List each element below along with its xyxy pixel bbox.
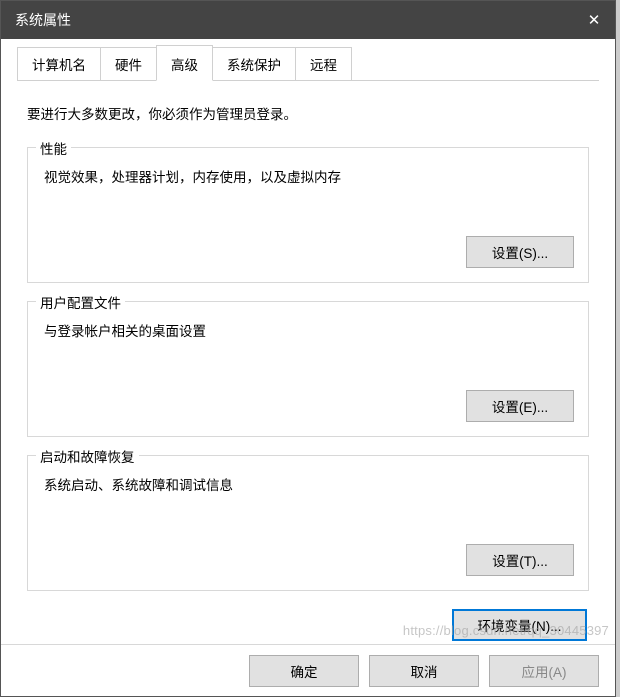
close-button[interactable]: ✕: [573, 1, 615, 39]
tab-remote[interactable]: 远程: [295, 47, 352, 81]
tab-computer-name[interactable]: 计算机名: [17, 47, 101, 81]
tab-system-protection[interactable]: 系统保护: [212, 47, 296, 81]
startup-recovery-title: 启动和故障恢复: [36, 446, 139, 466]
titlebar: 系统属性 ✕: [1, 1, 615, 39]
performance-title: 性能: [36, 138, 71, 158]
tabs: 计算机名 硬件 高级 系统保护 远程: [17, 47, 615, 81]
startup-recovery-settings-button[interactable]: 设置(T)...: [466, 544, 574, 576]
admin-note: 要进行大多数更改，你必须作为管理员登录。: [27, 103, 589, 123]
tab-hardware[interactable]: 硬件: [100, 47, 157, 81]
dialog-buttons: 确定 取消 应用(A): [1, 644, 615, 696]
performance-desc: 视觉效果，处理器计划，内存使用，以及虚拟内存: [42, 166, 574, 186]
close-icon: ✕: [588, 11, 601, 29]
environment-variables-button[interactable]: 环境变量(N)...: [452, 609, 587, 641]
startup-recovery-desc: 系统启动、系统故障和调试信息: [42, 474, 574, 494]
dialog-content: 计算机名 硬件 高级 系统保护 远程 要进行大多数更改，你必须作为管理员登录。 …: [1, 47, 615, 663]
user-profiles-settings-button[interactable]: 设置(E)...: [466, 390, 574, 422]
user-profiles-title: 用户配置文件: [36, 292, 125, 312]
performance-group: 性能 视觉效果，处理器计划，内存使用，以及虚拟内存 设置(S)...: [27, 147, 589, 283]
system-properties-dialog: 系统属性 ✕ 计算机名 硬件 高级 系统保护 远程 要进行大多数更改，你必须作为…: [0, 0, 616, 697]
advanced-panel: 要进行大多数更改，你必须作为管理员登录。 性能 视觉效果，处理器计划，内存使用，…: [1, 81, 615, 663]
tab-advanced[interactable]: 高级: [156, 45, 213, 81]
apply-button[interactable]: 应用(A): [489, 655, 599, 687]
performance-settings-button[interactable]: 设置(S)...: [466, 236, 574, 268]
startup-recovery-group: 启动和故障恢复 系统启动、系统故障和调试信息 设置(T)...: [27, 455, 589, 591]
ok-button[interactable]: 确定: [249, 655, 359, 687]
tab-divider: [17, 80, 599, 81]
user-profiles-desc: 与登录帐户相关的桌面设置: [42, 320, 574, 340]
user-profiles-group: 用户配置文件 与登录帐户相关的桌面设置 设置(E)...: [27, 301, 589, 437]
window-title: 系统属性: [15, 10, 71, 30]
cancel-button[interactable]: 取消: [369, 655, 479, 687]
